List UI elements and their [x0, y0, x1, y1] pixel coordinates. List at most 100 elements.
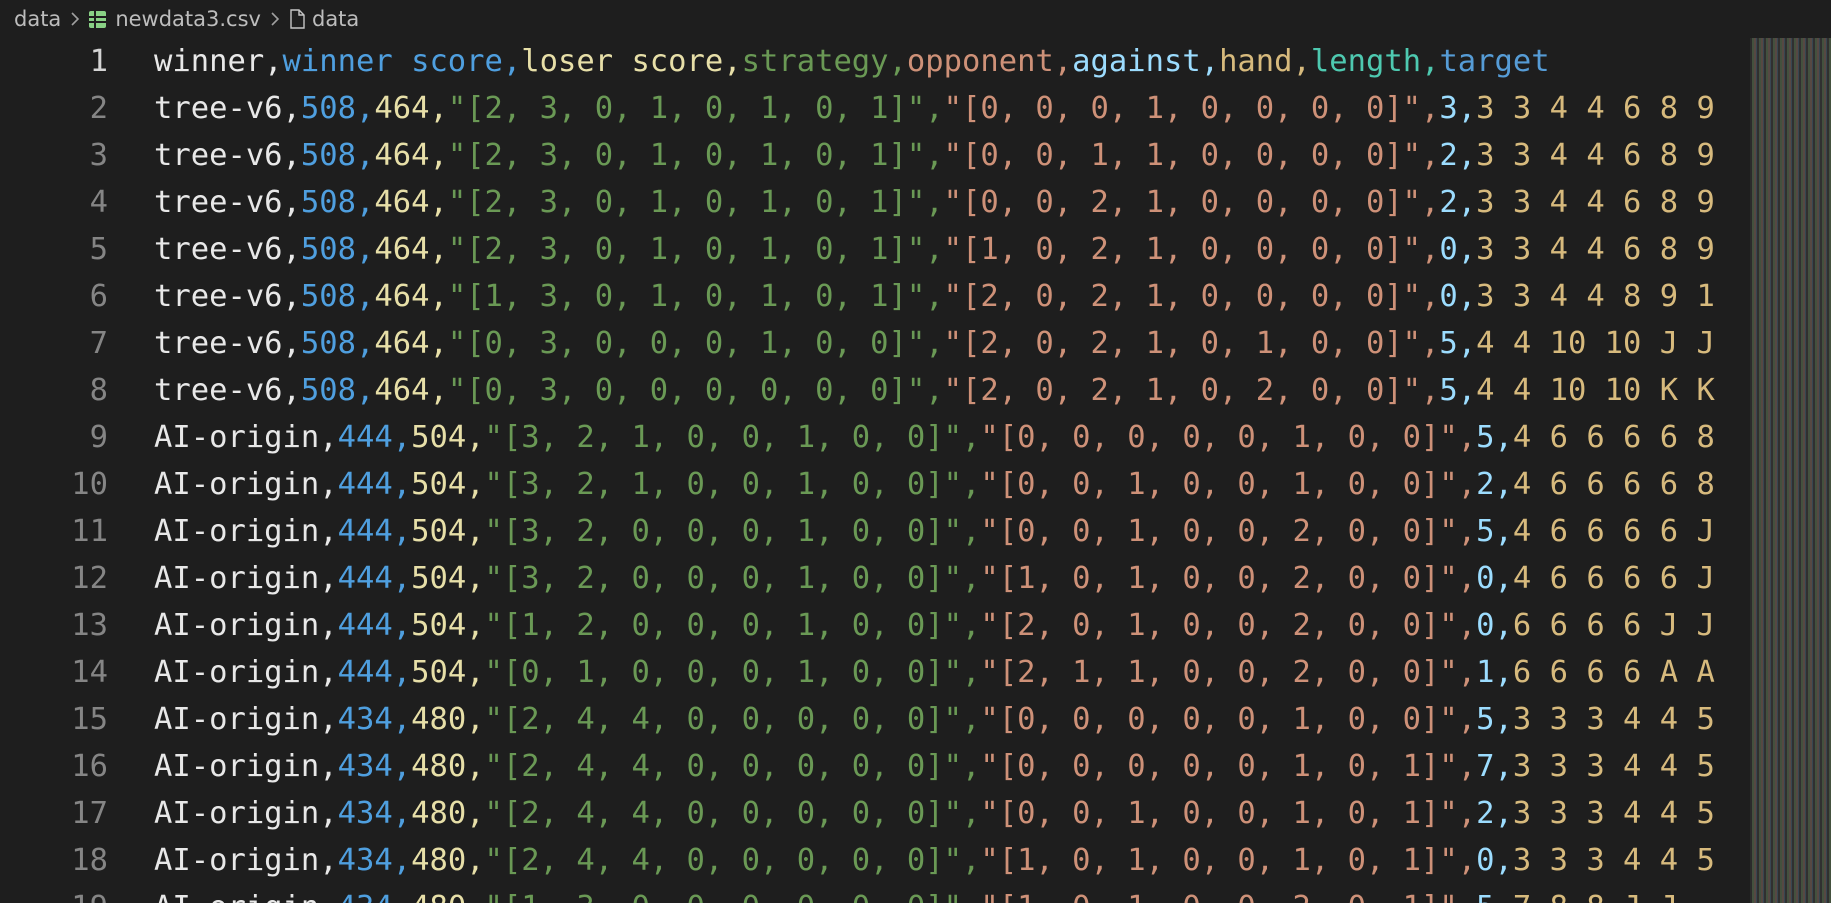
breadcrumb-folder[interactable]: data	[14, 7, 61, 31]
code-line[interactable]: 10 AI-origin,444,504,"[3, 2, 1, 0, 0, 1, …	[0, 461, 1752, 508]
csv-field: 464,	[374, 185, 448, 220]
csv-field: "[2, 1, 1, 0, 0, 2, 0, 0]",	[980, 655, 1477, 690]
line-content: AI-origin,444,504,"[3, 2, 1, 0, 0, 1, 0,…	[154, 461, 1744, 508]
csv-field: 3 3 4 4 8 9 1	[1476, 279, 1715, 314]
line-content: AI-origin,434,480,"[2, 4, 4, 0, 0, 0, 0,…	[154, 696, 1744, 743]
code-line[interactable]: 13 AI-origin,444,504,"[1, 2, 0, 0, 0, 1, …	[0, 602, 1752, 649]
code-line[interactable]: 17 AI-origin,434,480,"[2, 4, 4, 0, 0, 0, …	[0, 790, 1752, 837]
line-content: AI-origin,434,480,"[2, 4, 4, 0, 0, 0, 0,…	[154, 743, 1744, 790]
line-number: 16	[71, 749, 108, 784]
code-line[interactable]: 9 AI-origin,444,504,"[3, 2, 1, 0, 0, 1, 0…	[0, 414, 1752, 461]
csv-field: "[1, 0, 1, 0, 0, 2, 0, 1]",	[980, 890, 1476, 903]
csv-field: "[0, 0, 1, 0, 0, 1, 0, 0]",	[980, 467, 1477, 502]
code-line[interactable]: 6 tree-v6,508,464,"[1, 3, 0, 1, 0, 1, 0, …	[0, 273, 1752, 320]
csv-field: AI-origin,	[154, 655, 338, 690]
code-line[interactable]: 14 AI-origin,444,504,"[0, 1, 0, 0, 0, 1, …	[0, 649, 1752, 696]
csv-field: 434,	[337, 796, 412, 831]
line-content: AI-origin,444,504,"[0, 1, 0, 0, 0, 1, 0,…	[154, 649, 1744, 696]
code-line[interactable]: 2 tree-v6,508,464,"[2, 3, 0, 1, 0, 1, 0, …	[0, 85, 1752, 132]
csv-field: 5,	[1439, 326, 1477, 361]
csv-field: 4 6 6 6 6 8	[1512, 420, 1715, 455]
csv-field: 434,	[337, 702, 412, 737]
line-content: AI-origin,444,504,"[3, 2, 0, 0, 0, 1, 0,…	[154, 555, 1744, 602]
csv-field: "[0, 0, 0, 0, 0, 1, 0, 0]",	[980, 702, 1477, 737]
csv-field: 508,	[300, 138, 375, 173]
csv-field: 2,	[1476, 467, 1513, 502]
code-line[interactable]: 18 AI-origin,434,480,"[2, 4, 4, 0, 0, 0, …	[0, 837, 1752, 884]
csv-field: "[2, 3, 0, 1, 0, 1, 0, 1]",	[447, 232, 944, 267]
line-number: 17	[71, 796, 108, 831]
csv-field: 3 3 4 4 6 8 9	[1476, 91, 1715, 126]
csv-field: 7,	[1476, 749, 1513, 784]
csv-field: opponent,	[906, 44, 1073, 79]
minimap-slider[interactable]	[1752, 38, 1831, 903]
csv-field: "[1, 0, 1, 0, 0, 2, 0, 0]",	[980, 561, 1477, 596]
line-number: 2	[89, 91, 108, 126]
csv-field: 508,	[300, 91, 375, 126]
csv-field: 480,	[411, 843, 485, 878]
code-line[interactable]: 1 winner,winner score,loser score,strateg…	[0, 38, 1752, 85]
csv-field: 0,	[1439, 279, 1477, 314]
csv-field: hand,	[1219, 44, 1311, 79]
code-line[interactable]: 19 AI-origin,434,480,"[1, 3, 0, 0, 0, 0, …	[0, 884, 1752, 903]
code-line[interactable]: 8 tree-v6,508,464,"[0, 3, 0, 0, 0, 0, 0, …	[0, 367, 1752, 414]
line-number: 14	[71, 655, 108, 690]
code-line[interactable]: 4 tree-v6,508,464,"[2, 3, 0, 1, 0, 1, 0, …	[0, 179, 1752, 226]
csv-field: tree-v6,	[154, 185, 301, 220]
csv-field: "[0, 0, 2, 1, 0, 0, 0, 0]",	[943, 185, 1440, 220]
line-content: AI-origin,444,504,"[3, 2, 0, 0, 0, 1, 0,…	[154, 508, 1744, 555]
csv-field: 5,	[1476, 702, 1513, 737]
csv-field: 0,	[1476, 608, 1513, 643]
csv-field: "[2, 4, 4, 0, 0, 0, 0, 0]",	[484, 796, 981, 831]
csv-field: 480,	[411, 890, 484, 903]
csv-field: 0,	[1476, 561, 1513, 596]
code-line[interactable]: 11 AI-origin,444,504,"[3, 2, 0, 0, 0, 1, …	[0, 508, 1752, 555]
csv-field: 6 6 6 6 A A	[1512, 655, 1715, 690]
line-number: 13	[71, 608, 108, 643]
breadcrumb-file[interactable]: newdata3.csv	[89, 7, 261, 31]
breadcrumb-folder-label: data	[14, 7, 62, 31]
code-line[interactable]: 5 tree-v6,508,464,"[2, 3, 0, 1, 0, 1, 0, …	[0, 226, 1752, 273]
csv-field: "[2, 0, 2, 1, 0, 1, 0, 0]",	[943, 326, 1440, 361]
chevron-right-icon	[269, 11, 281, 27]
line-content: winner,winner score,loser score,strategy…	[154, 38, 1744, 85]
code-line[interactable]: 3 tree-v6,508,464,"[2, 3, 0, 1, 0, 1, 0, …	[0, 132, 1752, 179]
csv-field: winner,	[154, 44, 283, 79]
csv-field: AI-origin,	[154, 702, 338, 737]
csv-field: AI-origin,	[154, 608, 338, 643]
code-line[interactable]: 7 tree-v6,508,464,"[0, 3, 0, 0, 0, 1, 0, …	[0, 320, 1752, 367]
code-editor[interactable]: 1 winner,winner score,loser score,strateg…	[0, 38, 1752, 903]
csv-field: 464,	[374, 138, 448, 173]
line-number: 5	[89, 232, 108, 267]
csv-field: "[3, 2, 1, 0, 0, 1, 0, 0]",	[484, 467, 981, 502]
csv-field: "[2, 3, 0, 1, 0, 1, 0, 1]",	[447, 185, 944, 220]
csv-field: 3 3 4 4 6 8 9	[1476, 138, 1715, 173]
csv-field: "[0, 3, 0, 0, 0, 1, 0, 0]",	[447, 326, 944, 361]
code-line[interactable]: 12 AI-origin,444,504,"[3, 2, 0, 0, 0, 1, …	[0, 555, 1752, 602]
line-number: 12	[71, 561, 108, 596]
csv-field: tree-v6,	[154, 373, 301, 408]
csv-field: 464,	[374, 232, 448, 267]
csv-field: "[2, 4, 4, 0, 0, 0, 0, 0]",	[484, 843, 981, 878]
code-line[interactable]: 15 AI-origin,434,480,"[2, 4, 4, 0, 0, 0, …	[0, 696, 1752, 743]
breadcrumb-symbol[interactable]: data	[289, 7, 359, 31]
csv-field: 504,	[411, 655, 485, 690]
csv-field: 4 6 6 6 6 J	[1512, 514, 1715, 549]
csv-field: tree-v6,	[154, 232, 301, 267]
csv-field: 3 3 4 4 6 8 9	[1476, 232, 1715, 267]
line-content: AI-origin,444,504,"[1, 2, 0, 0, 0, 1, 0,…	[154, 602, 1744, 649]
csv-field: "[0, 3, 0, 0, 0, 0, 0, 0]",	[447, 373, 944, 408]
csv-field: 480,	[411, 702, 485, 737]
line-content: tree-v6,508,464,"[2, 3, 0, 1, 0, 1, 0, 1…	[154, 132, 1744, 179]
csv-field: "[3, 2, 0, 0, 0, 1, 0, 0]",	[484, 561, 981, 596]
code-line[interactable]: 16 AI-origin,434,480,"[2, 4, 4, 0, 0, 0, …	[0, 743, 1752, 790]
csv-field: 6 6 6 6 J J	[1512, 608, 1715, 643]
csv-field: "[1, 3, 0, 0, 0, 0, 0, 0]",	[485, 890, 981, 903]
csv-field: "[0, 1, 0, 0, 0, 1, 0, 0]",	[484, 655, 981, 690]
csv-field: 2,	[1439, 138, 1477, 173]
line-number: 6	[89, 279, 108, 314]
line-number: 1	[89, 44, 108, 79]
csv-field: 508,	[300, 326, 375, 361]
csv-field: 5,	[1476, 514, 1513, 549]
csv-field: tree-v6,	[154, 326, 301, 361]
